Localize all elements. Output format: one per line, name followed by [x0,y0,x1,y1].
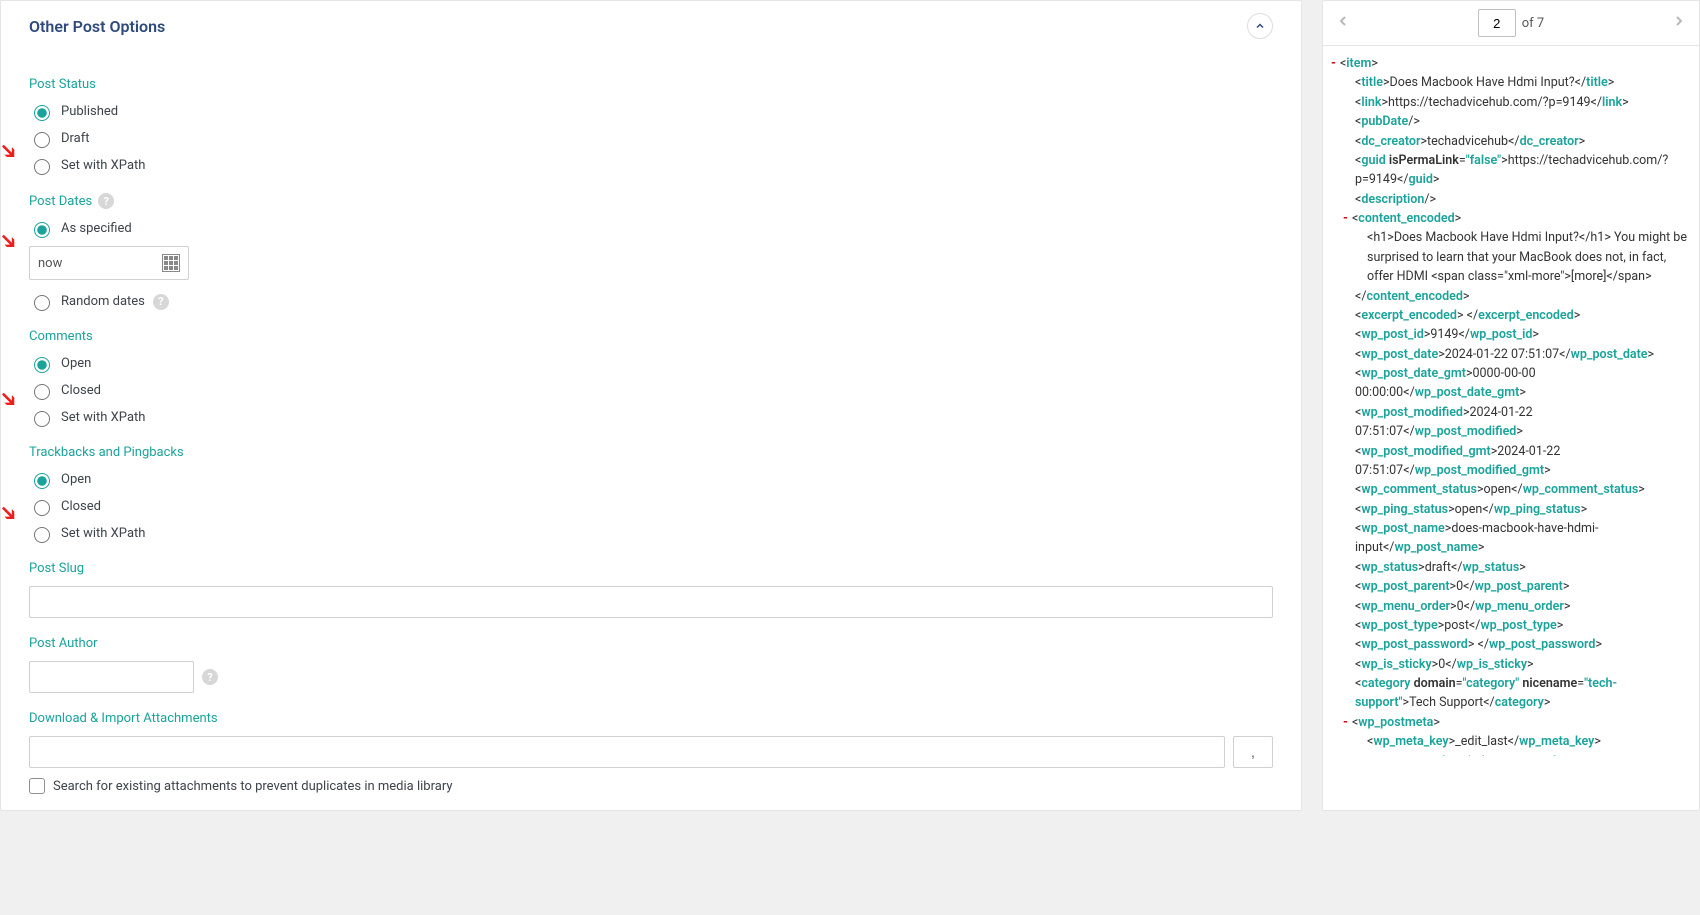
radio-draft[interactable]: Draft [29,129,1273,148]
collapse-button[interactable] [1247,13,1273,39]
radio-comments-open[interactable]: Open [29,354,1273,373]
annotation-arrow: ➔ [0,384,24,415]
annotation-arrow: ➔ [0,498,24,529]
radio-comments-xpath[interactable]: Set with XPath [29,408,1273,427]
chevron-left-icon [1335,13,1351,29]
collapse-icon[interactable]: - [1343,211,1348,226]
annotation-arrow: ➔ [0,226,24,257]
collapse-icon[interactable]: - [1343,715,1348,730]
page-of-label: of 7 [1522,16,1544,31]
radio-tb-open[interactable]: Open [29,470,1273,489]
post-author-input[interactable] [29,661,194,693]
next-button[interactable] [1671,13,1687,33]
post-slug-input[interactable] [29,586,1273,618]
chevron-up-icon [1254,20,1266,32]
prev-button[interactable] [1335,13,1351,33]
chevron-right-icon [1671,13,1687,29]
dup-check-row[interactable]: Search for existing attachments to preve… [29,778,1273,794]
collapse-icon[interactable]: - [1331,56,1336,71]
radio-published[interactable]: Published [29,102,1273,121]
help-icon[interactable]: ? [202,669,218,685]
attachments-input[interactable] [29,736,1225,768]
section-attachments: Download & Import Attachments [29,711,1273,726]
radio-set-xpath-status[interactable]: Set with XPath [29,156,1273,175]
calendar-icon[interactable] [162,254,180,272]
section-post-author: Post Author [29,636,1273,651]
section-post-dates: Post Dates ? [29,193,1273,209]
section-trackbacks: Trackbacks and Pingbacks [29,445,1273,460]
page-input[interactable] [1478,9,1516,37]
radio-random-dates[interactable]: Random dates? [29,292,1273,311]
annotation-arrow: ➔ [0,136,24,167]
help-icon[interactable]: ? [98,193,114,209]
section-comments: Comments [29,329,1273,344]
dup-checkbox[interactable] [29,778,45,794]
radio-tb-closed[interactable]: Closed [29,497,1273,516]
attachments-picker-button[interactable]: , [1233,736,1273,768]
side-panel: of 7 -<item> <title>Does Macbook Have Hd… [1322,0,1700,811]
radio-comments-closed[interactable]: Closed [29,381,1273,400]
date-input[interactable]: now [29,246,189,280]
section-post-slug: Post Slug [29,561,1273,576]
radio-as-specified[interactable]: As specified [29,219,1273,238]
panel-title: Other Post Options [29,17,165,36]
section-post-status: Post Status [29,77,1273,92]
help-icon[interactable]: ? [153,294,169,310]
radio-tb-xpath[interactable]: Set with XPath [29,524,1273,543]
xml-preview[interactable]: -<item> <title>Does Macbook Have Hdmi In… [1323,46,1699,756]
main-panel: Other Post Options Post Status Published… [0,0,1302,811]
